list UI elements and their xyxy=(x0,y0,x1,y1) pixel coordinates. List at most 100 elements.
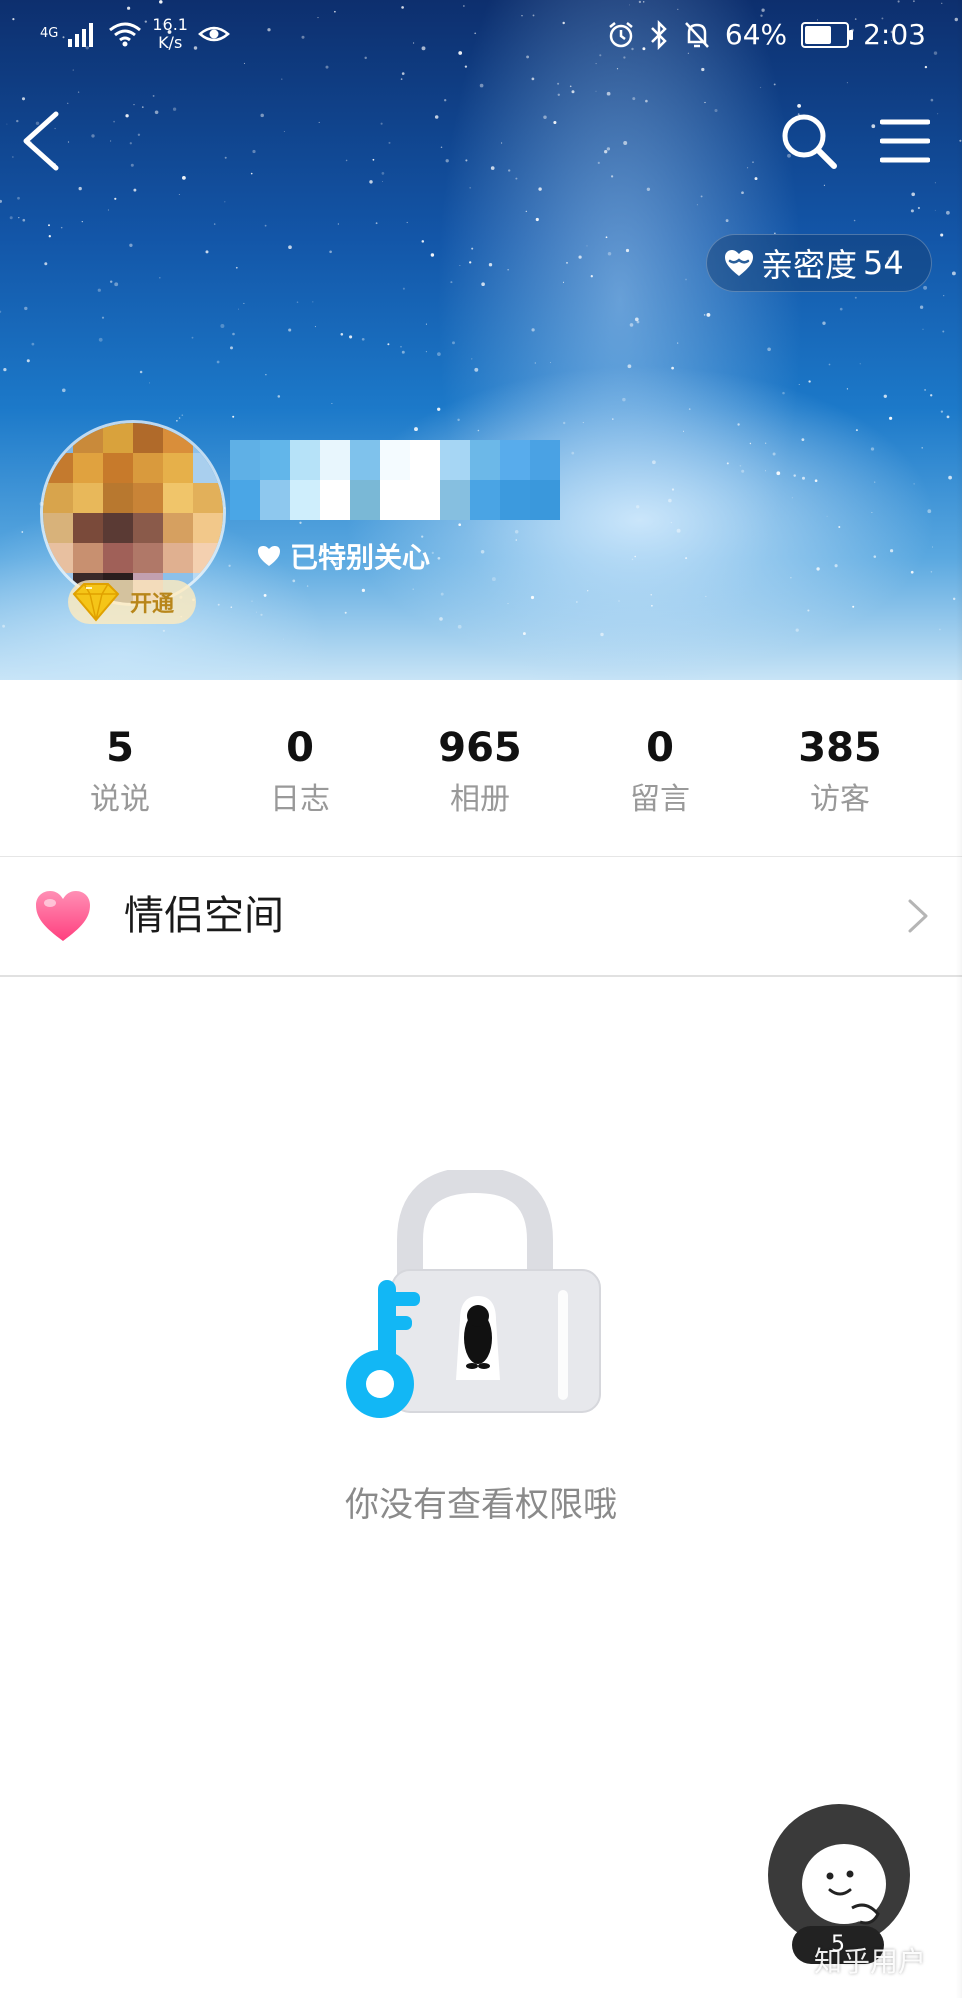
star xyxy=(402,287,405,290)
mosaic-cell xyxy=(73,513,103,543)
star xyxy=(0,199,3,203)
star xyxy=(337,223,339,225)
star xyxy=(685,557,688,560)
star xyxy=(133,104,135,106)
mosaic-cell xyxy=(103,543,133,573)
star xyxy=(162,629,166,632)
vip-badge[interactable]: 开通 xyxy=(68,580,196,624)
star xyxy=(600,632,604,637)
star xyxy=(930,98,934,102)
star xyxy=(340,333,344,336)
star xyxy=(557,93,560,96)
star xyxy=(622,397,626,402)
status-bar: 4G 16.1 K/s 64% 2:03 xyxy=(0,0,962,76)
stat-album[interactable]: 965 相册 xyxy=(390,724,570,818)
star xyxy=(911,192,916,197)
star xyxy=(130,163,134,167)
star xyxy=(578,255,582,259)
star xyxy=(501,142,503,144)
star xyxy=(587,590,589,592)
star xyxy=(737,423,740,426)
avatar-mosaic xyxy=(43,423,223,603)
star xyxy=(329,250,332,254)
couple-space-row[interactable]: 情侣空间 xyxy=(0,857,962,977)
star xyxy=(595,90,597,92)
star xyxy=(440,146,443,148)
star xyxy=(439,617,443,621)
star xyxy=(228,564,231,567)
star xyxy=(406,221,408,224)
star xyxy=(388,141,391,144)
star xyxy=(514,529,519,534)
mosaic-cell xyxy=(470,440,500,480)
intimacy-badge[interactable]: 亲密度 54 xyxy=(706,234,932,292)
mute-icon xyxy=(684,21,709,48)
star xyxy=(141,106,144,108)
star xyxy=(288,328,292,332)
stat-value: 385 xyxy=(798,725,882,771)
star xyxy=(260,613,263,616)
mosaic-cell xyxy=(260,440,290,480)
mascot-button[interactable] xyxy=(768,1804,910,1946)
star xyxy=(488,263,493,267)
star xyxy=(607,251,612,256)
star xyxy=(826,515,828,517)
star xyxy=(345,159,348,162)
star xyxy=(318,121,320,123)
star xyxy=(400,345,402,348)
star xyxy=(369,180,373,184)
star xyxy=(522,632,526,636)
star xyxy=(924,388,927,391)
star xyxy=(922,328,924,330)
clock: 2:03 xyxy=(863,18,926,51)
back-icon[interactable] xyxy=(18,110,62,172)
star xyxy=(859,363,861,365)
stat-visitors[interactable]: 385 访客 xyxy=(750,724,930,818)
star xyxy=(114,197,117,200)
star xyxy=(372,158,375,161)
special-care-tag[interactable]: 已特别关心 xyxy=(256,536,430,576)
avatar[interactable] xyxy=(40,420,226,606)
star xyxy=(946,210,950,215)
star xyxy=(828,363,831,366)
star xyxy=(795,628,799,632)
star xyxy=(129,243,133,247)
star xyxy=(387,343,390,346)
star xyxy=(934,209,936,211)
star xyxy=(752,161,754,163)
star xyxy=(507,603,509,605)
network-type: 4G xyxy=(40,26,59,41)
star xyxy=(312,301,314,303)
star xyxy=(457,624,462,629)
star xyxy=(81,220,83,223)
stat-shuoshuo[interactable]: 5 说说 xyxy=(30,724,210,818)
heart-icon xyxy=(725,250,753,276)
search-icon[interactable] xyxy=(780,112,838,170)
star xyxy=(178,194,180,196)
stat-blog[interactable]: 0 日志 xyxy=(210,724,390,818)
star xyxy=(940,233,944,237)
star xyxy=(871,511,873,514)
mosaic-cell xyxy=(163,513,193,543)
star xyxy=(182,176,186,180)
star xyxy=(765,442,767,444)
star xyxy=(871,124,876,129)
star xyxy=(205,250,209,254)
stat-messages[interactable]: 0 留言 xyxy=(570,724,750,818)
star xyxy=(281,78,283,80)
mosaic-cell xyxy=(43,513,73,543)
no-permission-message: 你没有查看权限哦 xyxy=(345,1485,617,1525)
menu-icon[interactable] xyxy=(880,118,930,164)
vip-label: 开通 xyxy=(130,592,175,617)
star xyxy=(651,604,653,607)
bluetooth-icon xyxy=(650,19,667,50)
star xyxy=(704,101,706,104)
star xyxy=(801,438,805,442)
star xyxy=(31,342,35,346)
star xyxy=(917,206,921,210)
mosaic-cell xyxy=(230,480,260,520)
star xyxy=(793,474,796,477)
star xyxy=(400,78,403,80)
star xyxy=(178,417,181,419)
star xyxy=(349,335,353,339)
